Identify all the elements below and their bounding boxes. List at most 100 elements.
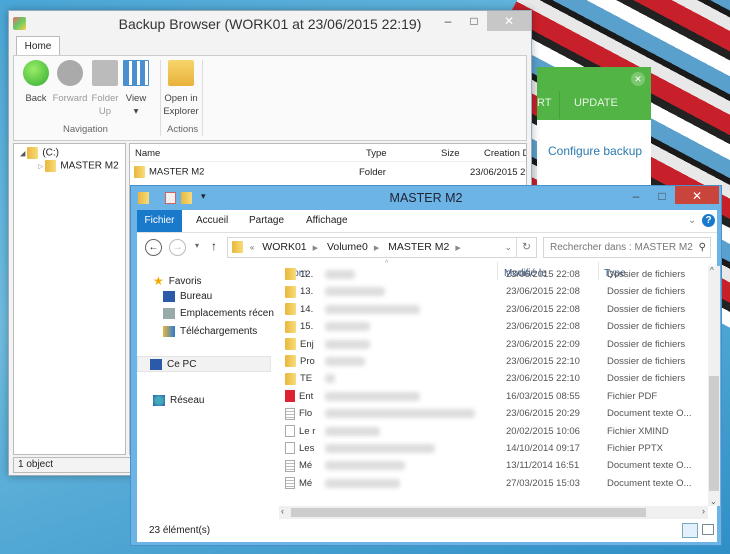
- file-row[interactable]: Le r 20/02/2015 10:06 Fichier XMIND: [285, 423, 705, 440]
- tab-accueil[interactable]: Accueil: [196, 210, 228, 232]
- breadcrumb-master-m2[interactable]: MASTER M2: [388, 241, 449, 253]
- breadcrumb-work01[interactable]: WORK01: [262, 241, 306, 253]
- folder-icon: [285, 303, 296, 316]
- expand-ribbon-icon[interactable]: ⌄: [688, 210, 696, 232]
- up-arrow-icon[interactable]: ↑: [211, 239, 217, 253]
- tab-update[interactable]: UPDATE: [574, 97, 618, 109]
- folder-icon: [285, 338, 296, 351]
- close-button[interactable]: ✕: [487, 11, 531, 31]
- scroll-down-icon[interactable]: ⌄: [710, 497, 717, 506]
- col-created[interactable]: Creation Da: [484, 148, 526, 159]
- file-date: 23/06/2015 22:09: [506, 338, 580, 350]
- table-row[interactable]: MASTER M2 Folder 23/06/2015 22: [130, 164, 526, 180]
- scroll-right-icon[interactable]: ›: [702, 506, 705, 516]
- file-row[interactable]: 14. 23/06/2015 22:08 Dossier de fichiers: [285, 301, 705, 318]
- tab-fichier[interactable]: Fichier: [137, 210, 182, 232]
- minimize-button[interactable]: –: [435, 11, 461, 31]
- help-icon[interactable]: ?: [702, 214, 715, 227]
- horizontal-scrollbar[interactable]: ‹ ›: [279, 506, 708, 519]
- list-header: Name Type Size Creation Da: [130, 144, 526, 162]
- refresh-icon[interactable]: ↻: [516, 238, 536, 257]
- file-row[interactable]: Mé 13/11/2014 16:51 Document texte O...: [285, 457, 705, 474]
- minimize-button[interactable]: –: [623, 186, 649, 206]
- nav-downloads[interactable]: Téléchargements: [163, 326, 257, 337]
- file-row[interactable]: Les 14/10/2014 09:17 Fichier PPTX: [285, 440, 705, 457]
- folder-up-label: Folder: [91, 93, 119, 104]
- redacted-name: [325, 270, 355, 279]
- maximize-button[interactable]: □: [649, 186, 675, 206]
- scroll-up-icon[interactable]: ^: [710, 266, 714, 275]
- large-icons-view-icon[interactable]: [702, 524, 714, 535]
- col-type[interactable]: Type: [366, 148, 387, 159]
- group-navigation-label: Navigation: [63, 124, 108, 135]
- nav-label: Ce PC: [167, 358, 197, 370]
- tab-home[interactable]: Home: [16, 36, 60, 56]
- file-row[interactable]: Enj 23/06/2015 22:09 Dossier de fichiers: [285, 336, 705, 353]
- nav-reseau[interactable]: Réseau: [153, 395, 204, 406]
- maximize-button[interactable]: □: [461, 11, 487, 31]
- file-row[interactable]: 15. 23/06/2015 22:08 Dossier de fichiers: [285, 318, 705, 335]
- file-type: Fichier PPTX: [607, 443, 663, 454]
- view-button[interactable]: View ▾: [117, 60, 155, 118]
- nav-ce-pc[interactable]: Ce PC: [137, 356, 271, 372]
- view-label: View: [125, 93, 147, 104]
- status-bar: 23 élément(s): [137, 520, 717, 542]
- file-row[interactable]: Mé 27/03/2015 15:03 Document texte O...: [285, 475, 705, 492]
- open-in-explorer-button[interactable]: Open in Explorer: [160, 60, 202, 118]
- tab-start[interactable]: RT: [537, 97, 551, 109]
- file-date: 20/02/2015 10:06: [506, 425, 580, 437]
- nav-label: Emplacements récen: [180, 308, 274, 319]
- forward-button[interactable]: Forward: [51, 60, 89, 105]
- file-name: Ent: [299, 390, 314, 402]
- close-button[interactable]: ✕: [675, 186, 719, 204]
- tree-label: (C:): [42, 147, 59, 159]
- file-date: 16/03/2015 08:55: [506, 390, 580, 402]
- file-row[interactable]: Flo 23/06/2015 20:29 Document texte O...: [285, 405, 705, 422]
- close-icon[interactable]: ✕: [631, 72, 645, 86]
- file-row[interactable]: Ent 16/03/2015 08:55 Fichier PDF: [285, 388, 705, 405]
- back-button[interactable]: Back: [17, 60, 55, 105]
- scroll-left-icon[interactable]: ‹: [281, 506, 284, 516]
- col-size[interactable]: Size: [441, 148, 459, 159]
- row-created: 23/06/2015 22: [470, 167, 527, 178]
- file-date: 23/06/2015 22:08: [506, 286, 580, 298]
- file-type: Dossier de fichiers: [607, 303, 686, 315]
- file-name: 14.: [300, 303, 314, 315]
- tree-item-c[interactable]: ◢ (C:): [20, 147, 59, 159]
- back-icon[interactable]: ←: [145, 239, 162, 256]
- nav-favoris[interactable]: ★ Favoris: [153, 274, 202, 288]
- address-dropdown-icon[interactable]: ⌄: [504, 238, 512, 257]
- recent-dropdown-icon[interactable]: ▾: [195, 241, 199, 250]
- file-row[interactable]: Pro 23/06/2015 22:10 Dossier de fichiers: [285, 353, 705, 370]
- forward-icon[interactable]: →: [169, 239, 186, 256]
- file-row[interactable]: 13. 23/06/2015 22:08 Dossier de fichiers: [285, 283, 705, 300]
- folder-icon: [232, 241, 243, 254]
- text-document-icon: [285, 477, 295, 490]
- forward-arrow-icon: [57, 60, 83, 86]
- view-icon: [123, 60, 149, 86]
- vertical-scrollbar[interactable]: ^ ⌄: [708, 266, 720, 506]
- redacted-name: [325, 374, 335, 384]
- configure-backup-link[interactable]: Configure backup: [548, 144, 642, 158]
- file-row[interactable]: TE 23/06/2015 22:10 Dossier de fichiers: [285, 370, 705, 387]
- folder-icon: [285, 285, 296, 298]
- file-type: Document texte O...: [607, 460, 692, 472]
- scrollbar-thumb[interactable]: [709, 376, 719, 491]
- breadcrumb-volume0[interactable]: Volume0: [327, 241, 368, 253]
- tab-affichage[interactable]: Affichage: [306, 210, 348, 232]
- file-row[interactable]: 12. 23/06/2015 22:08 Dossier de fichiers: [285, 266, 705, 283]
- group-actions-label: Actions: [167, 124, 199, 135]
- search-placeholder: Rechercher dans : MASTER M2: [550, 242, 693, 253]
- redacted-name: [325, 478, 400, 488]
- search-input[interactable]: Rechercher dans : MASTER M2 ⚲: [543, 237, 711, 258]
- scrollbar-thumb[interactable]: [291, 508, 646, 517]
- explorer-folder-icon: [168, 60, 194, 86]
- tree-item-master-m2[interactable]: ▷ MASTER M2: [38, 160, 119, 172]
- nav-bureau[interactable]: Bureau: [163, 291, 212, 302]
- col-name[interactable]: Name: [135, 148, 160, 159]
- tab-partage[interactable]: Partage: [249, 210, 284, 232]
- details-view-icon[interactable]: [682, 523, 698, 538]
- address-bar[interactable]: « WORK01 ▶ Volume0 ▶ MASTER M2 ▶ ⌄ ↻: [227, 237, 537, 258]
- breadcrumb-overflow[interactable]: «: [250, 243, 254, 252]
- nav-recent[interactable]: Emplacements récen: [163, 308, 274, 319]
